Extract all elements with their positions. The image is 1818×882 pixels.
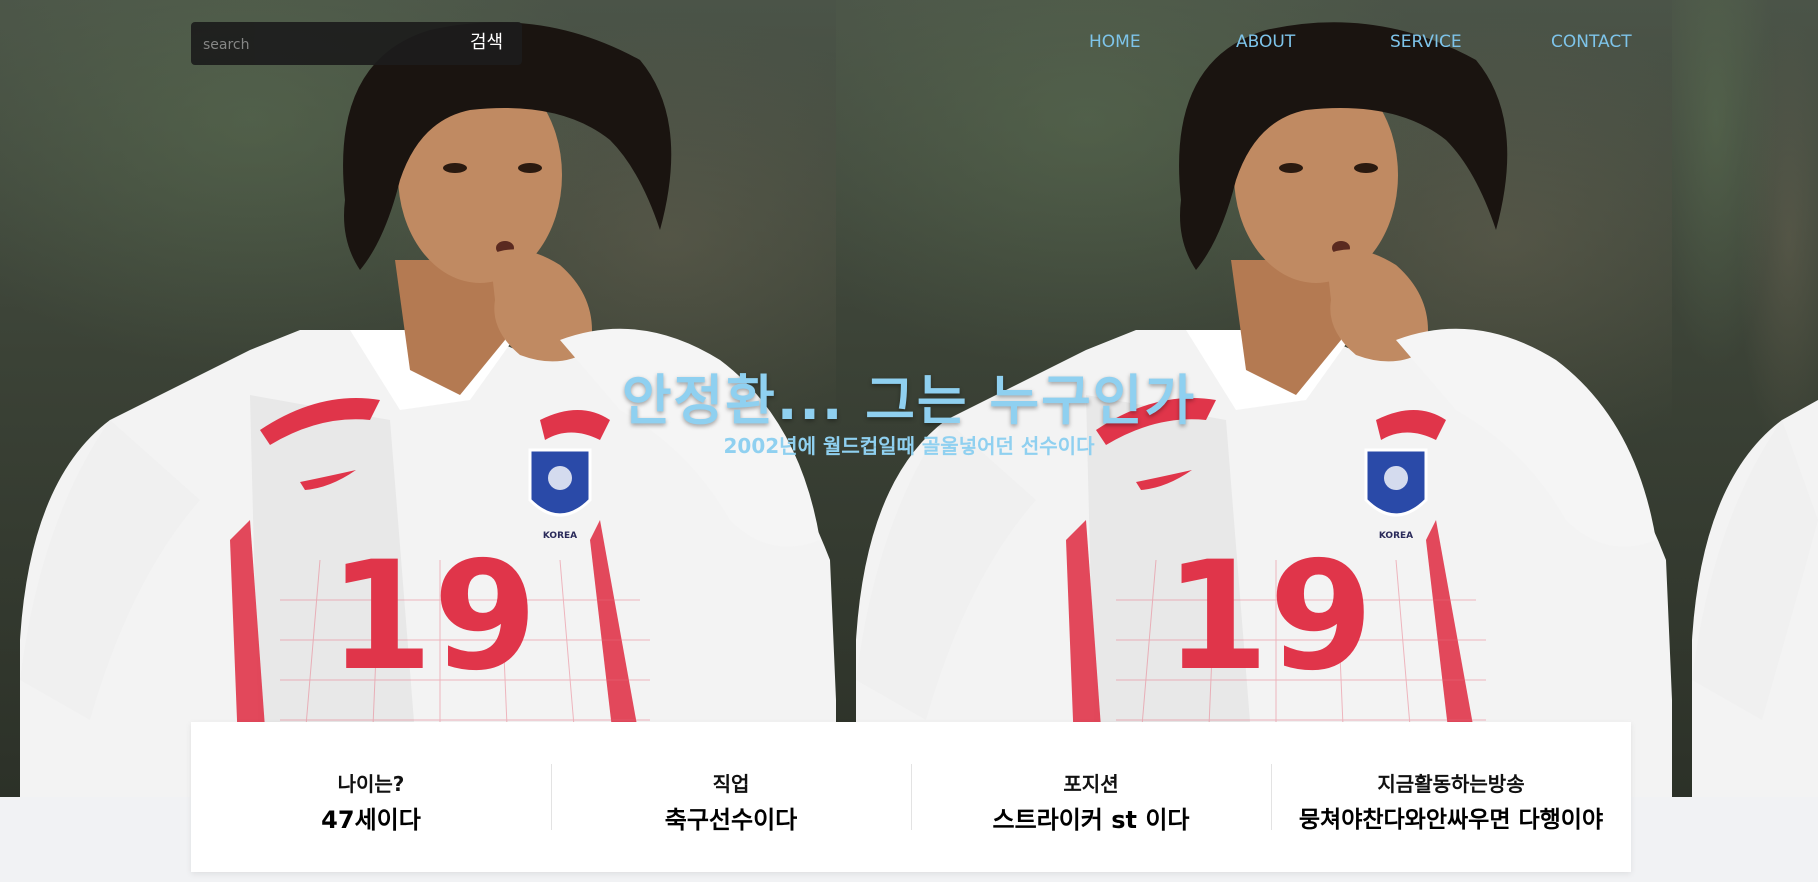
info-label: 포지션	[1063, 772, 1119, 796]
info-item-job: 직업 축구선수이다	[551, 722, 911, 872]
search-button[interactable]: 검색	[470, 28, 503, 54]
info-item-position: 포지션 스트라이커 st 이다	[911, 722, 1271, 872]
hero-title: 안정환... 그는 누구인가	[621, 369, 1197, 432]
info-card: 나이는? 47세이다 직업 축구선수이다 포지션 스트라이커 st 이다 지금활…	[191, 722, 1631, 872]
search-input[interactable]	[201, 33, 425, 57]
nav-contact-link[interactable]: CONTACT	[1551, 32, 1632, 52]
info-value: 뭉쳐야찬다와안싸우면 다행이야	[1298, 807, 1604, 833]
info-value: 47세이다	[321, 806, 421, 834]
info-label: 나이는?	[337, 772, 405, 796]
info-label: 직업	[712, 772, 750, 796]
nav-home-link[interactable]: HOME	[1089, 32, 1141, 52]
info-value: 스트라이커 st 이다	[992, 806, 1190, 834]
info-item-age: 나이는? 47세이다	[191, 722, 551, 872]
info-item-broadcast: 지금활동하는방송 뭉쳐야찬다와안싸우면 다행이야	[1271, 722, 1631, 872]
nav-about-link[interactable]: ABOUT	[1236, 32, 1295, 52]
hero-section: 검색 HOME ABOUT SERVICE CONTACT 안정환... 그는 …	[0, 0, 1818, 797]
hero-subtitle: 2002년에 월드컵일때 골울넣어던 선수이다	[723, 434, 1095, 458]
nav-service-link[interactable]: SERVICE	[1390, 32, 1462, 52]
info-label: 지금활동하는방송	[1377, 772, 1525, 796]
info-value: 축구선수이다	[664, 806, 798, 834]
